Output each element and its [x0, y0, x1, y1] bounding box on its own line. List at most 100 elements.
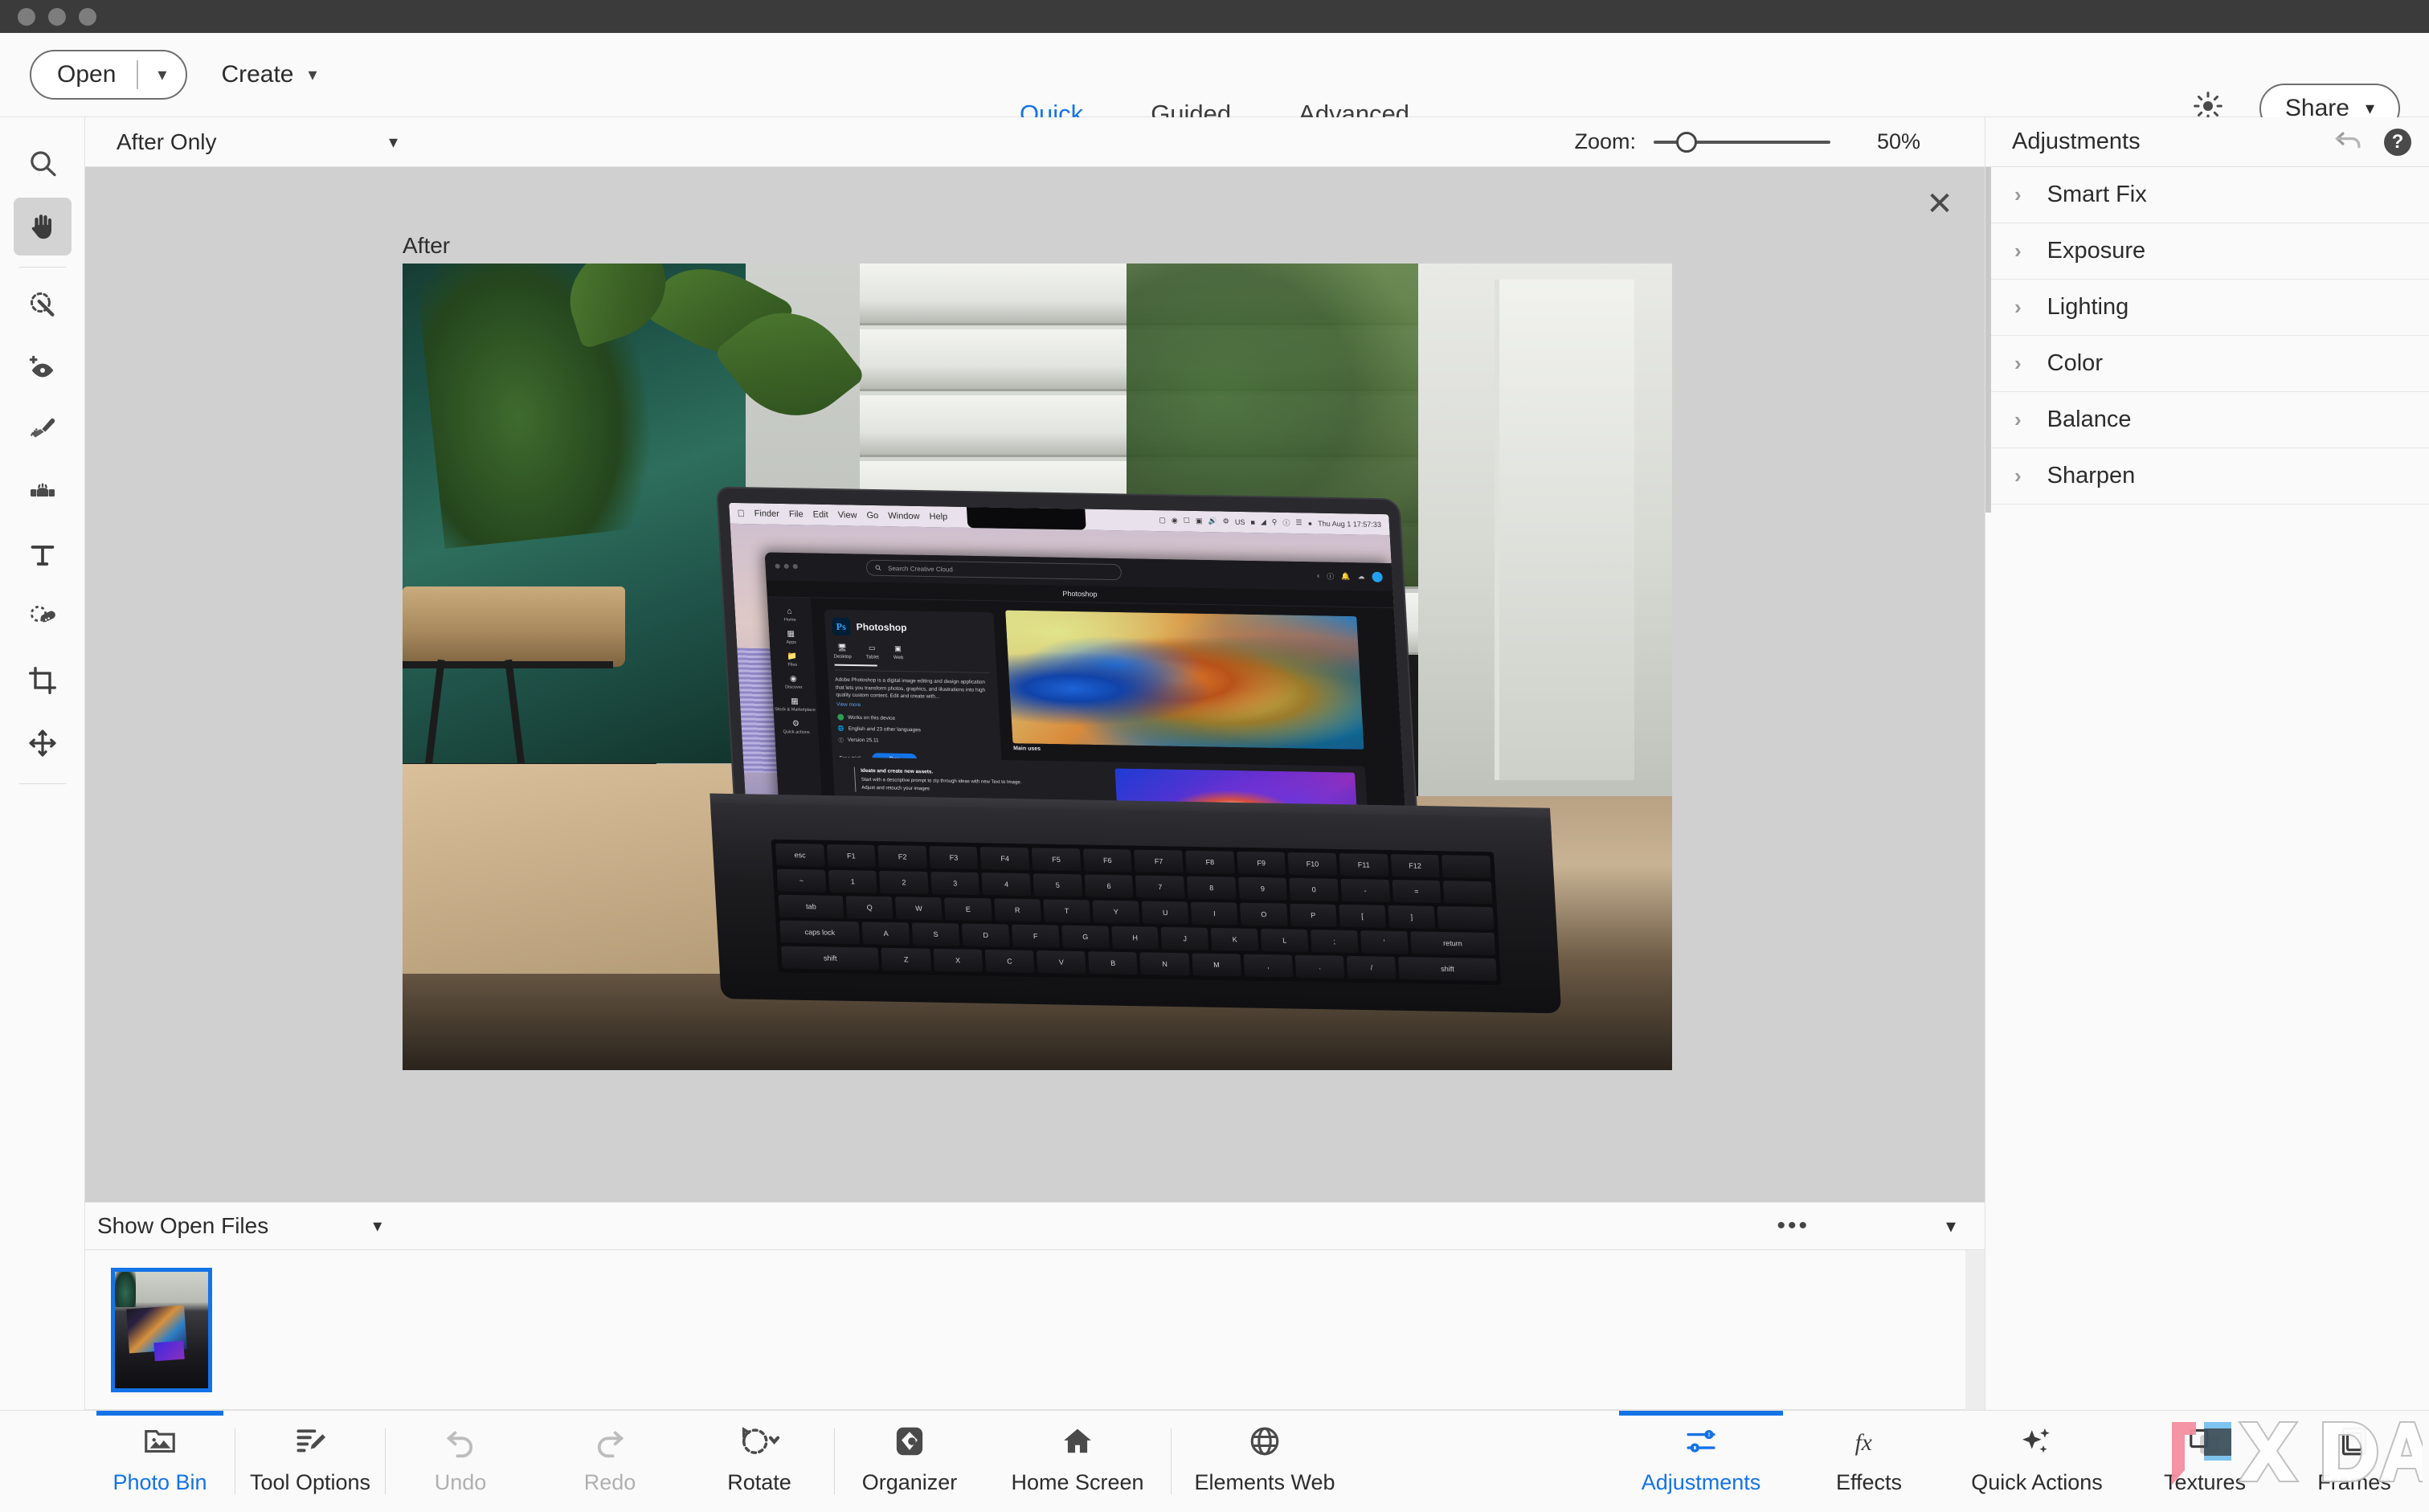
ellipsis-icon[interactable]: ••• — [1777, 1214, 1809, 1238]
photo-menu-view: View — [830, 509, 857, 521]
photo-laptop: Search Creative Cloud ‹ⓘ🔔☁ Photoshop — [709, 467, 1585, 1029]
bottom-elements-web-button[interactable]: Elements Web — [1172, 1411, 1358, 1512]
photo-pot — [403, 586, 625, 667]
adjustment-sharpen[interactable]: › Sharpen — [1985, 448, 2429, 505]
photo-cc-avatar — [1371, 571, 1383, 582]
app-header: Open ▾ Create ▾ Quick Guided Advanced Sh… — [0, 33, 2429, 151]
quick-selection-tool[interactable] — [14, 276, 72, 333]
photo-cc-rail-quick: Quick actions — [783, 729, 810, 736]
window-maximize-button[interactable] — [79, 7, 96, 26]
photoshop-elements-window: Open ▾ Create ▾ Quick Guided Advanced Sh… — [0, 0, 2429, 1512]
magnifier-icon — [27, 148, 59, 180]
chevron-right-icon: › — [2014, 351, 2022, 375]
help-question-icon[interactable]: ? — [2384, 128, 2411, 156]
bottom-organizer-button[interactable]: Organizer — [835, 1411, 984, 1512]
bottom-toolbar: Photo Bin Tool Options Undo Redo Rotate … — [0, 1410, 2429, 1512]
rotate-icon — [737, 1422, 782, 1461]
open-button[interactable]: Open ▾ — [30, 50, 188, 100]
sparkles-icon — [2019, 1422, 2055, 1461]
bottom-effects-button[interactable]: fx Effects — [1794, 1411, 1944, 1512]
chevron-down-icon: ▾ — [388, 131, 398, 152]
photo-cc-version: Version 25.11 — [847, 737, 879, 744]
undo-arrow-icon[interactable] — [2333, 128, 2365, 156]
view-mode-select[interactable]: After Only ▾ — [117, 129, 406, 155]
hand-tool[interactable] — [13, 198, 72, 255]
chevron-down-icon[interactable]: ▾ — [138, 64, 186, 85]
window-titlebar — [0, 0, 2429, 33]
photo-cc-rail-apps: Apps — [786, 640, 797, 646]
zoom-slider-handle[interactable] — [1676, 131, 1697, 153]
photo-menu-go: Go — [858, 510, 878, 521]
crop-tool[interactable] — [14, 652, 72, 709]
bottom-quick-actions-button[interactable]: Quick Actions — [1944, 1411, 2130, 1512]
photo-cc-search-placeholder: Search Creative Cloud — [887, 564, 953, 574]
close-icon[interactable]: ✕ — [1917, 182, 1962, 227]
create-button-label: Create — [221, 61, 294, 88]
bottom-undo-button[interactable]: Undo — [386, 1411, 535, 1512]
move-tool[interactable] — [14, 714, 72, 772]
zoom-tool[interactable] — [14, 135, 72, 193]
adjustment-lighting[interactable]: › Lighting — [1985, 280, 2429, 336]
photo-cc-rail-files: Files — [787, 662, 798, 668]
photo-bin-filter-label[interactable]: Show Open Files — [97, 1213, 268, 1239]
spot-healing-brush-tool[interactable] — [14, 589, 72, 647]
adjustment-label: Balance — [2047, 407, 2132, 432]
options-bar: After Only ▾ Zoom: 50% — [85, 117, 1985, 167]
zoom-label: Zoom: — [1574, 129, 1636, 153]
bottom-adjustments-button[interactable]: Adjustments — [1608, 1411, 1794, 1512]
photo-cc-app-description: Adobe Photoshop is a digital image editi… — [834, 676, 986, 701]
bottom-item-label: Rotate — [727, 1470, 791, 1494]
image-canvas[interactable]: ✕ After Search Creative Cloud ‹ ⓘ 🔔 ☁ Ph… — [85, 167, 1985, 1202]
adjustment-color[interactable]: › Color — [1985, 336, 2429, 392]
bottom-home-screen-button[interactable]: Home Screen — [984, 1411, 1171, 1512]
type-tool[interactable] — [14, 526, 72, 584]
chevron-down-icon[interactable]: ▾ — [1946, 1215, 1956, 1238]
chevron-right-icon: › — [2014, 407, 2022, 431]
chevron-down-icon: ▾ — [2365, 97, 2374, 118]
window-close-button[interactable] — [18, 7, 35, 26]
bottom-textures-button[interactable]: Textures — [2130, 1411, 2280, 1512]
photo-bin-scrollbar[interactable] — [1965, 1250, 1985, 1410]
bottom-photo-bin-button[interactable]: Photo Bin — [85, 1411, 235, 1512]
bottom-tool-options-button[interactable]: Tool Options — [235, 1411, 385, 1512]
window-minimize-button[interactable] — [48, 7, 66, 26]
adjustment-exposure[interactable]: › Exposure — [1985, 223, 2429, 280]
bottom-redo-button[interactable]: Redo — [535, 1411, 685, 1512]
photo-cc-window-dots — [774, 563, 798, 570]
straighten-tool[interactable] — [14, 464, 72, 521]
photo-apple-icon:  — [737, 508, 745, 519]
photo-cc-languages: English and 23 other languages — [848, 725, 921, 733]
photo-menu-edit: Edit — [805, 509, 828, 520]
open-button-label: Open — [57, 61, 117, 88]
photo-cc-app-card: Ps Photoshop 🖥 Desktop ▭ Tablet ▣ Web Ad… — [824, 609, 1003, 778]
thumbnail-plant — [115, 1272, 136, 1307]
red-eye-removal-tool[interactable] — [14, 338, 72, 396]
adjustments-scrollbar[interactable] — [1985, 167, 1991, 513]
whiten-teeth-tool[interactable] — [14, 401, 72, 459]
adjustments-panel-actions: ? — [2333, 128, 2411, 156]
photo-cc-feature-title: Ideate and create new assets. — [860, 767, 934, 775]
fx-icon: fx — [1851, 1422, 1887, 1461]
photo-menu-window: Window — [880, 511, 920, 521]
adjustment-label: Lighting — [2047, 294, 2129, 320]
photo-ps-logo: Ps — [831, 618, 851, 636]
bottom-rotate-button[interactable]: Rotate — [685, 1411, 834, 1512]
photo-bin-header-actions: ••• ▾ — [1777, 1214, 1956, 1238]
photo-menubar-clock: Thu Aug 1 17:57:33 — [1317, 519, 1381, 529]
chevron-down-icon[interactable]: ▾ — [373, 1216, 382, 1236]
photo-cc-meta: Works on this device 🌐 English and 23 oth… — [836, 713, 921, 744]
adjustment-smart-fix[interactable]: › Smart Fix — [1985, 167, 2429, 223]
brush-icon — [27, 414, 59, 446]
photo-menu-finder: Finder — [746, 509, 779, 519]
bottom-frames-button[interactable]: Frames — [2280, 1411, 2429, 1512]
photo-cc-feature-body2: Adjust and retouch your images — [861, 785, 930, 792]
open-photo-thumbnail[interactable] — [111, 1268, 212, 1392]
create-button[interactable]: Create ▾ — [221, 50, 317, 100]
photo-laptop-notch — [966, 507, 1086, 530]
sliders-icon — [1683, 1422, 1719, 1461]
bottom-item-label: Organizer — [861, 1470, 958, 1494]
bottom-toolbar-left: Photo Bin Tool Options Undo Redo Rotate … — [85, 1411, 1358, 1512]
globe-icon — [1247, 1422, 1282, 1461]
zoom-slider[interactable] — [1654, 131, 1830, 153]
adjustment-balance[interactable]: › Balance — [1985, 392, 2429, 448]
